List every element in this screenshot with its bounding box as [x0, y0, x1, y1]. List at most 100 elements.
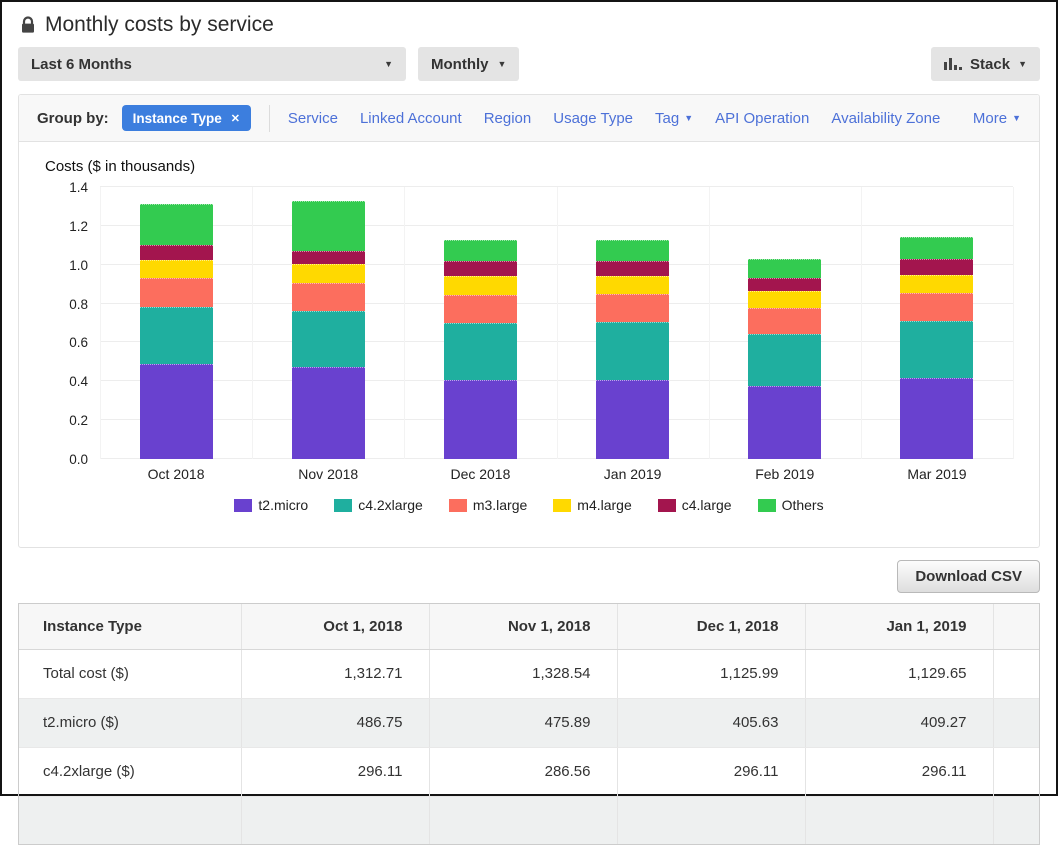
table-header-cell: Nov 1, 2018: [429, 604, 617, 649]
groupby-link-region[interactable]: Region: [484, 110, 532, 127]
groupby-link-api-operation[interactable]: API Operation: [715, 110, 809, 127]
legend-swatch: [334, 499, 352, 512]
chart-area: Costs ($ in thousands) 0.00.20.40.60.81.…: [19, 142, 1039, 547]
legend-label: Others: [782, 497, 824, 513]
bar-segment-others: [140, 204, 213, 245]
bar-segment-c4-2xlarge: [748, 334, 821, 386]
legend-label: t2.micro: [258, 497, 308, 513]
bar-segment-m4-large: [596, 276, 669, 294]
granularity-dropdown[interactable]: Monthly ▼: [418, 47, 519, 81]
bar-nov-2018[interactable]: [292, 201, 365, 459]
chart-type-dropdown[interactable]: Stack ▼: [931, 47, 1040, 81]
bar-segment-c4-large: [140, 245, 213, 260]
legend-label: m3.large: [473, 497, 527, 513]
groupby-link-usage-type[interactable]: Usage Type: [553, 110, 633, 127]
bar-mar-2019[interactable]: [900, 237, 973, 459]
x-axis-label: Nov 2018: [252, 466, 404, 482]
y-axis-tick-label: 0.2: [69, 413, 88, 428]
y-axis-tick-label: 0.0: [69, 452, 88, 467]
row-label-cell: Total cost ($): [19, 649, 241, 698]
value-cell: 296.11: [617, 747, 805, 796]
bar-segment-c4-large: [444, 261, 517, 276]
bar-segment-others: [444, 240, 517, 261]
bar-segment-others: [900, 237, 973, 259]
table-row-t2-micro-: t2.micro ($)486.75475.89405.63409.27: [19, 698, 1039, 747]
legend-item-m4-large: m4.large: [553, 497, 631, 513]
x-axis-label: Feb 2019: [709, 466, 861, 482]
bar-segment-m4-large: [748, 291, 821, 308]
value-cell: 296.11: [805, 747, 993, 796]
legend-item-m3-large: m3.large: [449, 497, 527, 513]
y-axis-tick-label: 1.2: [69, 219, 88, 234]
bar-dec-2018[interactable]: [444, 240, 517, 459]
chevron-down-icon: ▼: [684, 114, 693, 123]
bar-feb-2019[interactable]: [748, 259, 821, 459]
bar-segment-c4-large: [596, 261, 669, 276]
bar-segment-m3-large: [292, 283, 365, 311]
table-row-partial: [19, 796, 1039, 844]
bar-segment-c4-2xlarge: [140, 307, 213, 365]
bar-segment-t2-micro: [444, 380, 517, 459]
groupby-link-service[interactable]: Service: [288, 110, 338, 127]
table-header-cell: Oct 1, 2018: [241, 604, 429, 649]
bar-slot: [557, 187, 709, 459]
groupby-link-more[interactable]: More▼: [973, 110, 1021, 127]
value-cell: 286.56: [429, 747, 617, 796]
row-label-cell: c4.2xlarge ($): [19, 747, 241, 796]
legend-swatch: [553, 499, 571, 512]
bar-segment-m3-large: [748, 308, 821, 334]
legend-label: m4.large: [577, 497, 631, 513]
groupby-link-availability-zone[interactable]: Availability Zone: [831, 110, 940, 127]
bar-segment-c4-2xlarge: [596, 322, 669, 380]
bar-segment-t2-micro: [900, 378, 973, 459]
date-range-dropdown[interactable]: Last 6 Months ▼: [18, 47, 406, 81]
bar-slot: [100, 187, 252, 459]
bar-oct-2018[interactable]: [140, 204, 213, 459]
legend-item-others: Others: [758, 497, 824, 513]
bar-segment-m4-large: [444, 276, 517, 295]
table-row-c4-2xlarge-: c4.2xlarge ($)296.11286.56296.11296.11: [19, 747, 1039, 796]
value-cell: 296.11: [241, 747, 429, 796]
groupby-link-tag[interactable]: Tag▼: [655, 110, 693, 127]
page-title: Monthly costs by service: [45, 13, 274, 37]
bar-segment-c4-2xlarge: [292, 311, 365, 367]
y-axis-tick-label: 0.4: [69, 374, 88, 389]
empty-cell: [617, 796, 805, 844]
cost-table: Instance TypeOct 1, 2018Nov 1, 2018Dec 1…: [19, 604, 1039, 844]
value-cell: 405.63: [617, 698, 805, 747]
groupby-chip-label: Instance Type: [133, 111, 222, 126]
bar-segment-c4-2xlarge: [444, 323, 517, 381]
empty-cell: [429, 796, 617, 844]
value-cell: 486.75: [241, 698, 429, 747]
table-header-cell: Jan 1, 2019: [805, 604, 993, 649]
bar-segment-others: [292, 201, 365, 251]
groupby-link-linked-account[interactable]: Linked Account: [360, 110, 462, 127]
table-panel: Instance TypeOct 1, 2018Nov 1, 2018Dec 1…: [18, 603, 1040, 845]
chart-panel: Group by: Instance Type ✕ ServiceLinked …: [18, 94, 1040, 548]
download-csv-button[interactable]: Download CSV: [897, 560, 1040, 593]
bar-slot: [252, 187, 404, 459]
bar-segment-t2-micro: [140, 364, 213, 459]
bar-slot: [709, 187, 861, 459]
bar-segment-m4-large: [140, 260, 213, 278]
table-header-cell-empty: [993, 604, 1039, 649]
bar-segment-m3-large: [444, 295, 517, 323]
stacked-bars-icon: [944, 58, 962, 70]
x-axis-labels: Oct 2018Nov 2018Dec 2018Jan 2019Feb 2019…: [100, 459, 1013, 489]
bar-jan-2019[interactable]: [596, 240, 669, 459]
bar-segment-c4-large: [748, 278, 821, 291]
bar-segment-t2-micro: [748, 386, 821, 459]
chevron-down-icon: ▼: [1018, 60, 1027, 69]
y-axis-labels: 0.00.20.40.60.81.01.21.4: [45, 187, 100, 459]
value-cell: 1,125.99: [617, 649, 805, 698]
bar-segment-c4-large: [292, 251, 365, 264]
groupby-link-label: API Operation: [715, 110, 809, 127]
close-icon[interactable]: ✕: [231, 112, 240, 125]
empty-cell: [241, 796, 429, 844]
groupby-link-label: Usage Type: [553, 110, 633, 127]
divider: [269, 105, 270, 132]
chart-type-value: Stack: [970, 56, 1010, 73]
title-row: Monthly costs by service: [2, 2, 1056, 37]
legend-swatch: [658, 499, 676, 512]
groupby-chip[interactable]: Instance Type ✕: [122, 105, 251, 131]
